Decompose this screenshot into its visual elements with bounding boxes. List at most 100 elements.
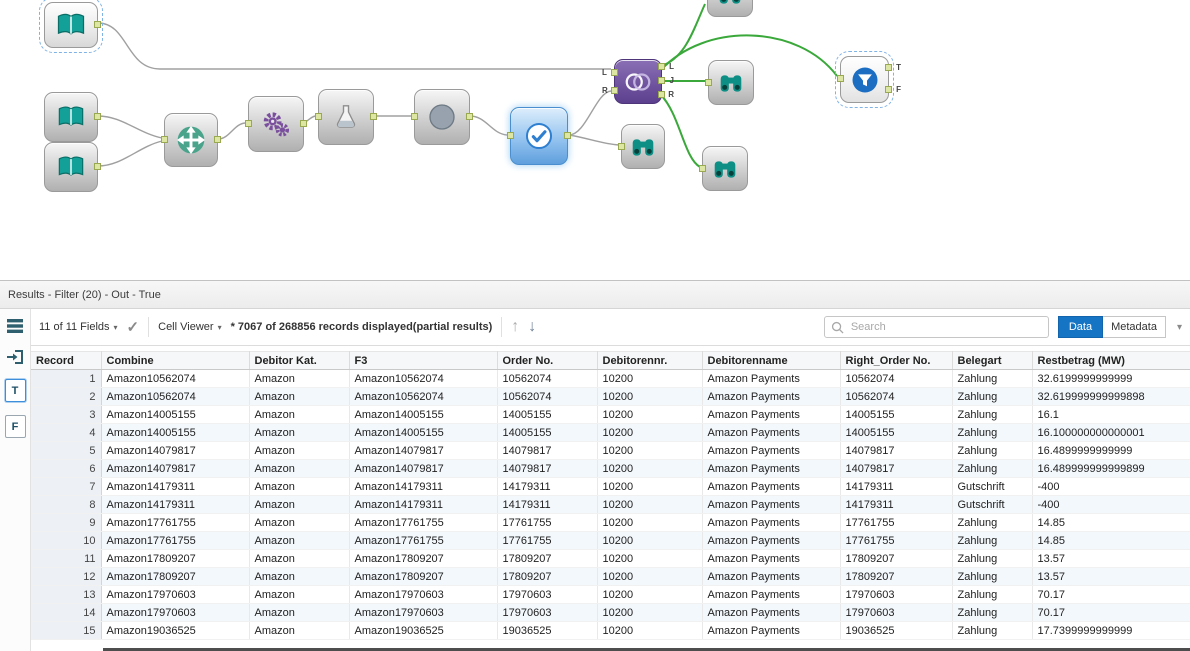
table-cell[interactable]: Amazon Payments [702,441,841,460]
input-anchor[interactable] [837,75,844,82]
input-anchor[interactable] [507,132,514,139]
table-cell[interactable]: Amazon10562074 [101,369,250,388]
table-cell[interactable]: Amazon17761755 [349,513,498,532]
table-cell[interactable]: 10200 [597,603,703,622]
table-cell[interactable]: Amazon14179311 [101,477,250,496]
table-cell[interactable]: 14005155 [840,405,953,424]
table-cell[interactable]: 32.6199999999999 [1032,369,1190,388]
table-cell[interactable]: 10200 [597,441,703,460]
true-output-anchor[interactable] [885,64,892,71]
table-cell[interactable]: Amazon Payments [702,603,841,622]
table-cell[interactable]: Zahlung [952,369,1033,388]
record-number-cell[interactable]: 11 [31,549,102,568]
table-cell[interactable]: Amazon [249,423,350,442]
scroll-down-icon[interactable]: ↓ [528,318,536,336]
table-cell[interactable]: Zahlung [952,549,1033,568]
input-tool-3[interactable] [44,142,101,192]
table-cell[interactable]: 17761755 [497,513,598,532]
filter-tool[interactable]: T F [835,51,901,108]
table-cell[interactable]: 17970603 [497,603,598,622]
table-cell[interactable]: 14079817 [497,441,598,460]
table-cell[interactable]: Amazon14005155 [101,405,250,424]
table-cell[interactable]: Amazon19036525 [101,621,250,640]
gears-tool[interactable] [245,96,307,152]
table-cell[interactable]: Zahlung [952,531,1033,550]
output-anchor[interactable] [370,113,377,120]
table-cell[interactable]: Zahlung [952,603,1033,622]
table-cell[interactable]: 10200 [597,423,703,442]
table-cell[interactable]: Zahlung [952,387,1033,406]
table-cell[interactable]: 14179311 [840,495,953,514]
table-cell[interactable]: 13.57 [1032,567,1190,586]
table-cell[interactable]: Amazon17761755 [101,513,250,532]
table-cell[interactable]: Amazon14005155 [349,423,498,442]
true-output-tab[interactable]: T [4,379,26,402]
input-anchor[interactable] [411,113,418,120]
table-cell[interactable]: Amazon Payments [702,621,841,640]
table-cell[interactable]: Amazon Payments [702,567,841,586]
table-cell[interactable]: Amazon Payments [702,531,841,550]
table-cell[interactable]: Amazon [249,477,350,496]
fields-dropdown[interactable]: 11 of 11 Fields ▾ [39,321,118,333]
input-anchor[interactable] [699,164,706,172]
connection-list-icon[interactable] [5,317,25,335]
join-right-input-anchor[interactable] [611,87,618,94]
table-cell[interactable]: 14079817 [840,459,953,478]
table-cell[interactable]: Amazon17809207 [349,567,498,586]
column-header[interactable]: Debitor Kat. [249,351,350,370]
table-cell[interactable]: Amazon Payments [702,459,841,478]
table-cell[interactable]: Amazon Payments [702,369,841,388]
table-cell[interactable]: Amazon17970603 [101,603,250,622]
table-cell[interactable]: Amazon17761755 [101,531,250,550]
output-anchor[interactable] [564,132,571,139]
table-cell[interactable]: 14179311 [497,477,598,496]
search-box[interactable] [823,316,1049,338]
table-cell[interactable]: Amazon10562074 [101,387,250,406]
table-cell[interactable]: 10200 [597,621,703,640]
table-cell[interactable]: 14.85 [1032,513,1190,532]
table-cell[interactable]: Amazon17809207 [101,567,250,586]
table-cell[interactable]: Amazon Payments [702,513,841,532]
record-number-cell[interactable]: 2 [31,387,102,406]
column-header[interactable]: Debitorennr. [597,351,703,370]
table-cell[interactable]: 17809207 [497,567,598,586]
table-cell[interactable]: 10200 [597,531,703,550]
output-anchor[interactable] [94,113,101,120]
table-cell[interactable]: 10200 [597,369,703,388]
table-cell[interactable]: -400 [1032,477,1190,496]
table-cell[interactable]: Gutschrift [952,495,1033,514]
record-number-cell[interactable]: 6 [31,459,102,478]
join-j-output-anchor[interactable] [658,77,665,84]
scroll-up-icon[interactable]: ↑ [511,318,519,336]
record-number-cell[interactable]: 1 [31,369,102,388]
table-cell[interactable]: 10200 [597,477,703,496]
record-number-cell[interactable]: 5 [31,441,102,460]
column-header[interactable]: Debitorenname [702,351,841,370]
table-cell[interactable]: 10200 [597,567,703,586]
table-cell[interactable]: Amazon [249,531,350,550]
cell-viewer-dropdown[interactable]: Cell Viewer ▾ [158,321,221,333]
results-grid-container[interactable]: Record Combine Debitor Kat. F3 Order No. Debi… [31,351,1190,651]
table-cell[interactable]: Zahlung [952,513,1033,532]
table-cell[interactable]: Amazon [249,495,350,514]
table-cell[interactable]: Amazon [249,603,350,622]
search-input[interactable] [848,320,1042,334]
table-cell[interactable]: Amazon14079817 [101,441,250,460]
table-cell[interactable]: 16.489999999999899 [1032,459,1190,478]
join-left-input-anchor[interactable] [611,69,618,76]
table-cell[interactable]: 17.7399999999999 [1032,621,1190,640]
table-cell[interactable]: 10200 [597,549,703,568]
table-cell[interactable]: 70.17 [1032,603,1190,622]
table-cell[interactable]: 19036525 [840,621,953,640]
table-cell[interactable]: Amazon17970603 [349,585,498,604]
table-cell[interactable]: 10200 [597,513,703,532]
table-cell[interactable]: Amazon [249,621,350,640]
output-anchor[interactable] [94,163,101,170]
table-cell[interactable]: Amazon [249,441,350,460]
record-number-cell[interactable]: 3 [31,405,102,424]
table-cell[interactable]: Amazon [249,549,350,568]
data-tab-button[interactable]: Data [1057,316,1104,338]
browse-tool-top[interactable] [707,0,753,17]
table-cell[interactable]: 10562074 [497,369,598,388]
output-anchor[interactable] [466,113,473,120]
